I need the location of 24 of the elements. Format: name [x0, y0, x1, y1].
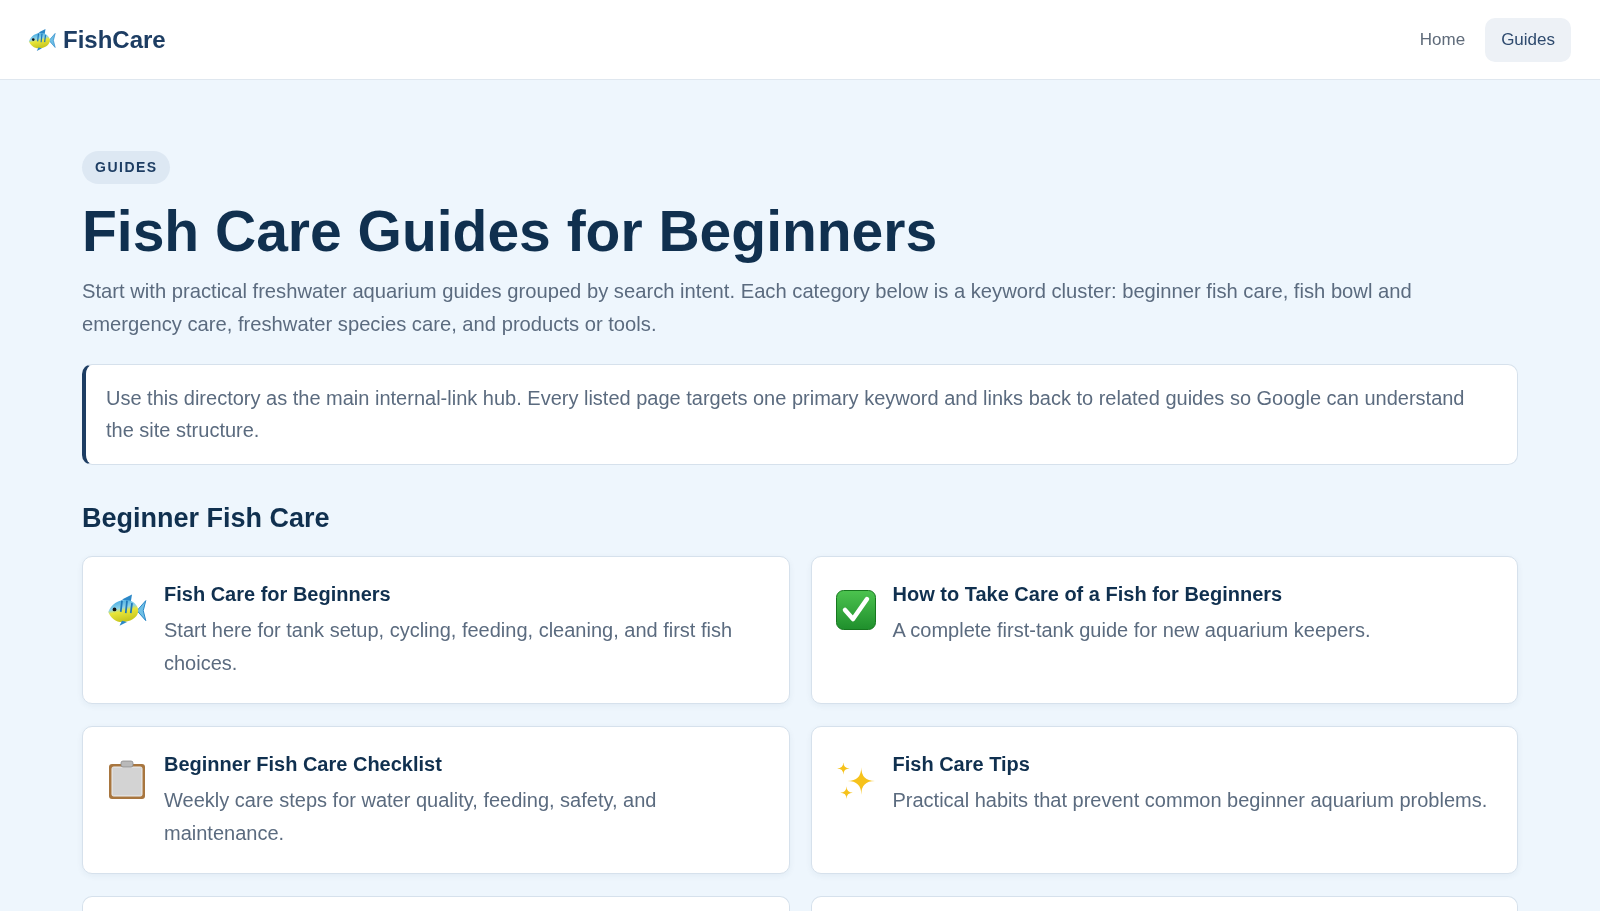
- brand-link[interactable]: FishCare: [28, 25, 166, 54]
- info-callout: Use this directory as the main internal-link hub. Every listed page targets one primary keyword and links back to related guides so Google can understand the site structure.: [82, 364, 1518, 465]
- card-title: Beginner Fish Care Checklist: [164, 752, 443, 777]
- intro-paragraph: Start with practical freshwater aquarium guides grouped by search intent. Each category below is a keyword cluster: beginner fish care, fish bowl and emergency care, freshwater species care, and products or tools.: [82, 279, 1413, 337]
- section-heading: Beginner Fish Care: [82, 502, 330, 535]
- guide-card[interactable]: How to Take Care of a Fish for Beginners A complete first-tank guide for new aquarium keepers.: [810, 556, 1518, 704]
- card-title: Fish Care Tips: [892, 752, 1031, 777]
- card-description: Start here for tank setup, cycling, feeding, cleaning, and first fish choices.: [164, 618, 734, 676]
- guide-card[interactable]: Fish Care Tips Practical habits that prevent common beginner aquarium problems.: [810, 726, 1518, 874]
- nav-link[interactable]: Home: [1403, 17, 1482, 62]
- guide-card[interactable]: Beginner Fish Care Checklist Weekly care steps for water quality, feeding, safety, and maintenance.: [82, 726, 790, 874]
- card-description: Weekly care steps for water quality, feeding, safety, and maintenance.: [164, 788, 658, 846]
- guide-card[interactable]: [82, 896, 790, 911]
- card-description: A complete first-tank guide for new aquarium keepers.: [892, 618, 1372, 643]
- category-tag: GUIDES: [82, 151, 170, 184]
- guide-card[interactable]: Fish Care for Beginners Start here for tank setup, cycling, feeding, cleaning, and first fish choices.: [82, 556, 790, 704]
- checkmark-icon: [835, 590, 876, 630]
- card-title: How to Take Care of a Fish for Beginners: [892, 582, 1284, 607]
- page-title: Fish Care Guides for Beginners: [82, 199, 938, 263]
- nav-link[interactable]: Guides: [1485, 17, 1571, 62]
- clipboard-icon: [107, 760, 147, 800]
- card-description: Practical habits that prevent common beginner aquarium problems.: [892, 788, 1489, 813]
- card-title: Fish Care for Beginners: [164, 582, 392, 607]
- guide-card[interactable]: [810, 896, 1518, 911]
